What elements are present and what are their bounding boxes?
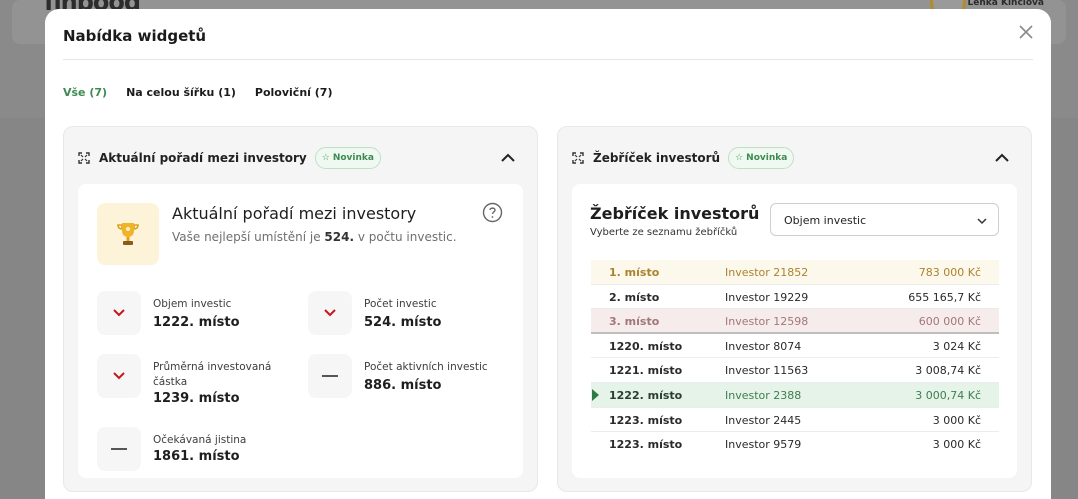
investor-cell: Investor 8074 — [725, 339, 802, 353]
new-badge: ☆ Novinka — [314, 147, 381, 169]
filter-tabs: Vše (7) Na celou šířku (1) Poloviční (7) — [63, 86, 332, 99]
widget-heading: Žebříček investorů — [590, 204, 760, 223]
table-row: 1. místo Investor 21852 783 000 Kč — [591, 260, 999, 285]
tab-half-width[interactable]: Poloviční (7) — [255, 86, 333, 99]
amount-cell: 3 000 Kč — [932, 413, 981, 427]
stat-volume: Objem investic 1222. místo — [97, 291, 297, 339]
tab-all[interactable]: Vše (7) — [63, 86, 107, 99]
leaderboard-select[interactable]: Objem investic — [770, 203, 999, 236]
trend-down-icon — [97, 354, 141, 398]
stat-value: 1239. místo — [153, 391, 240, 406]
modal-title: Nabídka widgetů — [63, 27, 207, 45]
best-rank-prefix: Vaše nejlepší umístění je — [172, 230, 325, 244]
expand-icon — [572, 152, 584, 164]
rank-cell: 1. místo — [609, 266, 660, 279]
stat-label: Počet investic — [364, 298, 437, 310]
stat-label: Průměrná investovaná částka — [153, 361, 272, 388]
trend-down-icon — [97, 291, 141, 335]
widget-heading: Aktuální pořadí mezi investory — [172, 204, 417, 223]
table-row: 1221. místo Investor 11563 3 008,74 Kč — [591, 358, 999, 383]
best-rank-text: Vaše nejlepší umístění je 524. v počtu i… — [172, 230, 457, 244]
stat-expected-principal: Očekávaná jistina 1861. místo — [97, 427, 297, 475]
close-button[interactable] — [1015, 21, 1037, 43]
stat-label: Počet aktivních investic — [364, 361, 488, 373]
trophy-icon — [117, 223, 139, 245]
stat-value: 1861. místo — [153, 449, 240, 464]
amount-cell: 3 008,74 Kč — [915, 364, 981, 378]
amount-cell: 655 165,7 Kč — [908, 290, 981, 304]
card-title: Žebříček investorů — [593, 151, 721, 165]
expand-icon — [78, 152, 90, 164]
background-user-name: Lenka Kinclová — [967, 0, 1044, 8]
amount-cell: 3 024 Kč — [932, 339, 981, 353]
help-icon[interactable] — [482, 202, 503, 223]
amount-cell: 783 000 Kč — [918, 266, 981, 279]
rank-cell: 1221. místo — [609, 364, 683, 378]
title-divider — [63, 59, 1033, 60]
rank-cell: 3. místo — [609, 315, 660, 329]
widget-subheading: Vyberte ze seznamu žebříčků — [590, 227, 738, 238]
collapse-chevron-up-icon[interactable] — [993, 149, 1011, 167]
rank-cell: 1223. místo — [609, 413, 683, 427]
chevron-down-icon — [977, 218, 987, 225]
stat-active-count: Počet aktivních investic 886. místo — [308, 354, 508, 402]
trend-flat-icon — [308, 354, 352, 398]
table-row-current-user: 1222. místo Investor 2388 3 000,74 Kč — [591, 382, 999, 408]
trophy-icon-box — [97, 203, 159, 265]
investor-cell: Investor 19229 — [725, 290, 809, 304]
investor-cell: Investor 12598 — [725, 315, 809, 329]
card-title: Aktuální pořadí mezi investory — [99, 151, 307, 165]
table-row: 2. místo Investor 19229 655 165,7 Kč — [591, 285, 999, 310]
widget-card-current-rank: Aktuální pořadí mezi investory ☆ Novinka … — [63, 126, 538, 492]
new-badge: ☆ Novinka — [728, 147, 795, 169]
collapse-chevron-up-icon[interactable] — [499, 149, 517, 167]
trend-down-icon — [308, 291, 352, 335]
card-header[interactable]: Žebříček investorů ☆ Novinka — [572, 147, 1017, 169]
widget-offer-modal: Nabídka widgetů Vše (7) Na celou šířku (… — [45, 9, 1051, 499]
leaderboard-table: 1. místo Investor 21852 783 000 Kč 2. míst… — [591, 260, 999, 457]
star-icon: ☆ — [735, 153, 744, 163]
leaderboard-widget: Žebříček investorů Vyberte ze seznamu že… — [572, 184, 1017, 478]
amount-cell: 3 000 Kč — [932, 438, 981, 452]
best-rank-suffix: v počtu investic. — [354, 230, 457, 244]
table-row: 1223. místo Investor 2445 3 000 Kč — [591, 408, 999, 433]
widget-card-leaderboard: Žebříček investorů ☆ Novinka Žebříček inv… — [557, 126, 1032, 492]
table-row: 1223. místo Investor 9579 3 000 Kč — [591, 432, 999, 457]
investor-cell: Investor 11563 — [725, 364, 809, 378]
close-icon — [1019, 25, 1033, 39]
rank-cell: 1220. místo — [609, 339, 683, 353]
stat-label: Očekávaná jistina — [153, 434, 247, 446]
amount-cell: 600 000 Kč — [918, 315, 981, 329]
stat-value: 524. místo — [364, 315, 442, 330]
amount-cell: 3 000,74 Kč — [915, 388, 981, 402]
select-value: Objem investic — [784, 214, 867, 227]
table-row: 3. místo Investor 12598 600 000 Kč — [591, 309, 999, 334]
current-position-marker-icon — [592, 388, 599, 401]
tab-full-width[interactable]: Na celou šířku (1) — [126, 86, 236, 99]
stat-value: 1222. místo — [153, 315, 240, 330]
investor-cell: Investor 21852 — [725, 266, 809, 279]
rank-cell: 2. místo — [609, 290, 660, 304]
stat-average-amount: Průměrná investovaná částka 1239. místo — [97, 354, 297, 410]
current-rank-widget: Aktuální pořadí mezi investory Vaše nejl… — [78, 184, 523, 478]
stat-value: 886. místo — [364, 378, 442, 393]
stat-label: Objem investic — [153, 298, 232, 310]
badge-label: Novinka — [746, 153, 788, 163]
investor-cell: Investor 2445 — [725, 413, 802, 427]
rank-cell: 1223. místo — [609, 438, 683, 452]
investor-cell: Investor 2388 — [725, 388, 802, 402]
investor-cell: Investor 9579 — [725, 438, 802, 452]
table-row: 1220. místo Investor 8074 3 024 Kč — [591, 334, 999, 359]
badge-label: Novinka — [332, 153, 374, 163]
trend-flat-icon — [97, 427, 141, 471]
card-header[interactable]: Aktuální pořadí mezi investory ☆ Novinka — [78, 147, 523, 169]
best-rank-value: 524. — [324, 230, 354, 244]
stat-count: Počet investic 524. místo — [308, 291, 508, 339]
star-icon: ☆ — [321, 153, 330, 163]
rank-cell: 1222. místo — [609, 388, 683, 402]
